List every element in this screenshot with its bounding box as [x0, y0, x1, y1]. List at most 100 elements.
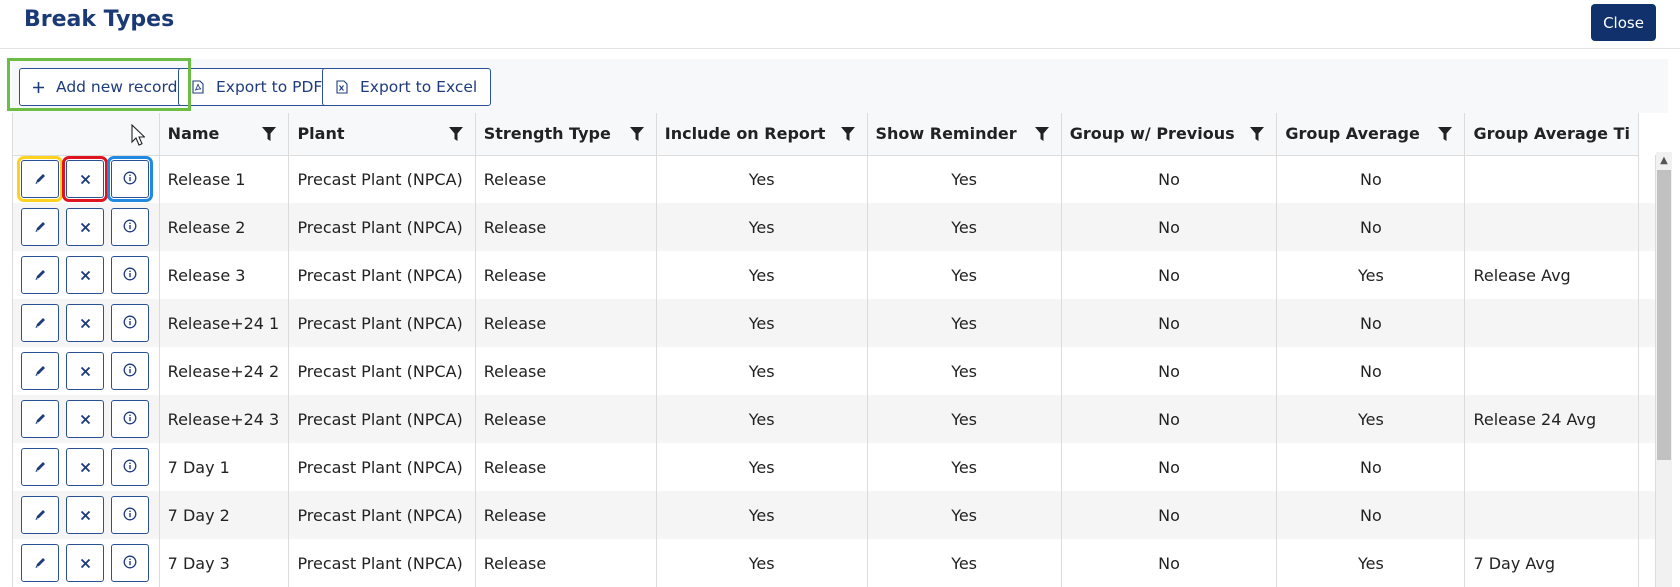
pencil-icon — [34, 458, 47, 477]
cell-show-reminder: Yes — [867, 299, 1062, 347]
cell-overflow — [1638, 347, 1656, 395]
column-header-group-average-title[interactable]: Group Average Ti — [1464, 113, 1639, 156]
edit-button[interactable] — [21, 208, 59, 246]
filter-icon[interactable] — [448, 126, 463, 142]
info-button[interactable] — [111, 352, 149, 390]
edit-button[interactable] — [21, 544, 59, 582]
pencil-icon — [34, 362, 47, 381]
delete-button[interactable] — [66, 448, 104, 486]
column-header-group-average[interactable]: Group Average — [1276, 113, 1466, 156]
column-header-include-on-report[interactable]: Include on Report — [656, 113, 868, 156]
delete-button[interactable] — [62, 156, 108, 203]
cell-group-average: Yes — [1276, 395, 1466, 443]
column-header-name[interactable]: Name — [159, 113, 290, 156]
scrollbar-thumb[interactable] — [1657, 170, 1671, 460]
info-button[interactable] — [111, 400, 149, 438]
row-actions-cell — [13, 251, 160, 299]
cell-group-with-previous: No — [1061, 443, 1278, 491]
row-actions-cell — [13, 539, 160, 587]
info-button[interactable] — [111, 304, 149, 342]
close-icon — [80, 314, 91, 333]
cell-overflow — [1638, 443, 1656, 491]
pencil-icon — [34, 218, 47, 237]
cell-plant: Precast Plant (NPCA) — [288, 491, 476, 539]
table-row[interactable]: Release+24 2 Precast Plant (NPCA) Release Y… — [13, 347, 1656, 395]
filter-icon[interactable] — [629, 126, 644, 142]
add-new-record-button[interactable]: Add new record — [19, 68, 192, 106]
delete-button[interactable] — [66, 352, 104, 390]
info-button[interactable] — [111, 496, 149, 534]
info-button[interactable] — [111, 208, 149, 246]
column-header-group-with-previous[interactable]: Group w/ Previous — [1061, 113, 1278, 156]
cell-strength-type: Release — [475, 395, 657, 443]
cell-plant: Precast Plant (NPCA) — [288, 155, 476, 203]
delete-button[interactable] — [66, 304, 104, 342]
info-button[interactable] — [111, 448, 149, 486]
edit-button[interactable] — [21, 400, 59, 438]
edit-button[interactable] — [21, 256, 59, 294]
delete-button[interactable] — [66, 496, 104, 534]
filter-icon[interactable] — [1034, 126, 1049, 142]
row-actions-cell — [13, 347, 160, 395]
cell-name: Release 2 — [159, 203, 290, 251]
cell-include-on-report: Yes — [656, 299, 868, 347]
cell-group-with-previous: No — [1061, 491, 1278, 539]
export-pdf-button[interactable]: Export to PDF — [178, 68, 337, 106]
delete-button[interactable] — [66, 208, 104, 246]
info-icon — [123, 554, 137, 573]
cell-include-on-report: Yes — [656, 155, 868, 203]
table-row[interactable]: Release 2 Precast Plant (NPCA) Release Yes Y… — [13, 203, 1656, 251]
close-icon — [80, 506, 91, 525]
delete-button[interactable] — [66, 256, 104, 294]
edit-button[interactable] — [17, 156, 63, 203]
table-row[interactable]: Release+24 1 Precast Plant (NPCA) Release Y… — [13, 299, 1656, 347]
column-header-show-reminder[interactable]: Show Reminder — [867, 113, 1062, 156]
delete-button[interactable] — [66, 400, 104, 438]
edit-button[interactable] — [21, 352, 59, 390]
info-icon — [123, 314, 137, 333]
cell-overflow — [1638, 395, 1656, 443]
table-row[interactable]: Release 1 Precast Plant (NPCA) Release Yes Y… — [13, 155, 1656, 203]
cell-show-reminder: Yes — [867, 155, 1062, 203]
cell-group-average-title: Release Avg — [1464, 251, 1639, 299]
cell-show-reminder: Yes — [867, 491, 1062, 539]
mouse-cursor-icon — [131, 124, 145, 146]
cell-plant: Precast Plant (NPCA) — [288, 347, 476, 395]
info-button[interactable] — [111, 544, 149, 582]
edit-button[interactable] — [21, 448, 59, 486]
table-row[interactable]: Release 3 Precast Plant (NPCA) Release Yes Y… — [13, 251, 1656, 299]
close-button[interactable]: Close — [1591, 4, 1656, 41]
cell-group-average-title: 7 Day Avg — [1464, 539, 1639, 587]
edit-button[interactable] — [21, 304, 59, 342]
column-header-plant[interactable]: Plant — [288, 113, 476, 156]
column-header-strength-type[interactable]: Strength Type — [475, 113, 657, 156]
delete-button[interactable] — [66, 544, 104, 582]
cell-show-reminder: Yes — [867, 395, 1062, 443]
cell-group-average-title — [1464, 299, 1639, 347]
info-button[interactable] — [111, 256, 149, 294]
export-excel-button[interactable]: Export to Excel — [322, 68, 492, 106]
cell-name: Release 1 — [159, 155, 290, 203]
cell-overflow — [1638, 539, 1656, 587]
table-row[interactable]: 7 Day 2 Precast Plant (NPCA) Release Yes Yes… — [13, 491, 1656, 539]
cell-group-with-previous: No — [1061, 299, 1278, 347]
page-title: Break Types — [24, 7, 175, 32]
table-row[interactable]: Release+24 3 Precast Plant (NPCA) Release Y… — [13, 395, 1656, 443]
cell-strength-type: Release — [475, 203, 657, 251]
table-row[interactable]: 7 Day 1 Precast Plant (NPCA) Release Yes Yes… — [13, 443, 1656, 491]
cell-group-average-title — [1464, 203, 1639, 251]
filter-icon[interactable] — [262, 126, 277, 142]
vertical-scrollbar[interactable]: ▲ — [1656, 152, 1672, 587]
cell-group-with-previous: No — [1061, 203, 1278, 251]
row-actions-cell — [13, 443, 160, 491]
scroll-up-arrow-icon[interactable]: ▲ — [1656, 152, 1672, 168]
info-button[interactable] — [107, 156, 153, 203]
table-row[interactable]: 7 Day 3 Precast Plant (NPCA) Release Yes Yes… — [13, 539, 1656, 587]
edit-button[interactable] — [21, 496, 59, 534]
filter-icon[interactable] — [1438, 126, 1453, 142]
cell-plant: Precast Plant (NPCA) — [288, 443, 476, 491]
cell-plant: Precast Plant (NPCA) — [288, 539, 476, 587]
filter-icon[interactable] — [840, 126, 855, 142]
close-icon — [80, 362, 91, 381]
filter-icon[interactable] — [1250, 126, 1265, 142]
